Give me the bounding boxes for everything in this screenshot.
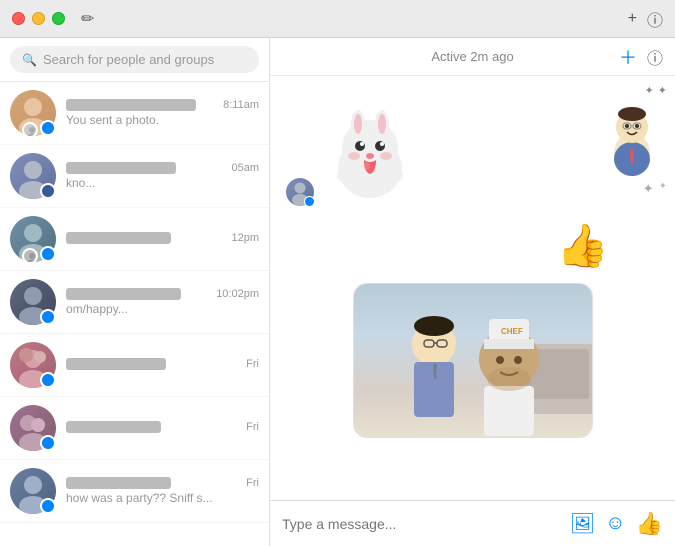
chat-header: Active 2m ago ＋ ⓘ <box>270 38 675 76</box>
list-item[interactable]: Fri how was a party?? Sniff s... <box>0 460 269 523</box>
conv-name-row: 8:11am <box>66 99 259 111</box>
sparkles-bottom: ✦ ✦ <box>643 181 667 197</box>
conv-preview: how was a party?? Sniff s... <box>66 491 259 505</box>
thumbs-up-icon: 👍 <box>557 222 609 271</box>
conv-name-row: 10:02pm <box>66 288 259 300</box>
conv-name <box>66 162 176 174</box>
title-bar-icons: + ⓘ <box>628 7 663 31</box>
character-sticker-area: ✦ ✦ <box>597 84 667 197</box>
sparkle-icon: ✦ <box>645 84 654 97</box>
fb-badge <box>40 183 56 199</box>
list-item[interactable]: Fri <box>0 397 269 460</box>
close-button[interactable] <box>12 12 25 25</box>
sender-avatar-wrap <box>286 178 314 206</box>
app-container: 🔍 Search for people and groups <box>0 38 675 546</box>
traffic-lights <box>12 12 65 25</box>
emoji-icon[interactable]: ☺ <box>605 512 625 535</box>
conv-info: 8:11am You sent a photo. <box>66 99 259 127</box>
photo-container: CHEF <box>353 283 593 438</box>
messenger-badge <box>40 246 56 262</box>
conv-time: 12pm <box>231 232 259 244</box>
messenger-badge <box>40 435 56 451</box>
conv-time: 05am <box>231 162 259 174</box>
svg-text:CHEF: CHEF <box>501 327 523 336</box>
sidebar-header: 🔍 Search for people and groups <box>0 38 269 82</box>
messenger-badge <box>40 498 56 514</box>
message-input[interactable] <box>282 516 560 532</box>
sparkle-icon: ✦ <box>658 84 667 97</box>
avatar-wrap <box>10 90 56 136</box>
list-item[interactable]: 8:11am You sent a photo. <box>0 82 269 145</box>
add-photo-icon[interactable]: 🖼 <box>570 511 595 536</box>
sparkles-decoration: ✦ ✦ <box>645 84 667 97</box>
conv-name-row: Fri <box>66 358 259 370</box>
avatar-wrap <box>10 342 56 388</box>
list-item[interactable]: Fri <box>0 334 269 397</box>
info-circle-icon[interactable]: ⓘ <box>647 45 663 69</box>
list-item[interactable]: 10:02pm om/happy... <box>0 271 269 334</box>
photo-message: CHEF <box>286 283 659 438</box>
add-icon[interactable]: + <box>628 10 637 28</box>
chat-status: Active 2m ago <box>431 49 513 64</box>
conv-info: 10:02pm om/happy... <box>66 288 259 316</box>
sparkle-icon: ✦ <box>643 181 654 197</box>
chat-area: Active 2m ago ＋ ⓘ ✦ ✦ <box>270 38 675 546</box>
sparkle-icon: ✦ <box>659 181 667 197</box>
avatar-wrap <box>10 405 56 451</box>
sidebar: 🔍 Search for people and groups <box>0 38 270 546</box>
search-placeholder: Search for people and groups <box>43 52 214 67</box>
list-item[interactable]: 12pm <box>0 208 269 271</box>
messenger-badge <box>40 120 56 136</box>
conv-info: Fri <box>66 421 259 435</box>
conv-name-row: 12pm <box>66 232 259 244</box>
conversation-list: 8:11am You sent a photo. 05am <box>0 82 269 546</box>
conv-name <box>66 358 166 370</box>
conv-preview: You sent a photo. <box>66 113 259 127</box>
conv-time: 10:02pm <box>216 288 259 300</box>
conv-time: Fri <box>246 477 259 489</box>
conv-time: 8:11am <box>223 99 259 111</box>
conv-time: Fri <box>246 421 259 433</box>
conv-preview: om/happy... <box>66 302 259 316</box>
conv-name <box>66 99 196 111</box>
avatar-wrap <box>10 153 56 199</box>
conv-time: Fri <box>246 358 259 370</box>
conv-info: 12pm <box>66 232 259 246</box>
bunny-sticker <box>320 106 420 206</box>
conv-name-row: Fri <box>66 421 259 433</box>
avatar-wrap <box>10 279 56 325</box>
add-contact-icon[interactable]: ＋ <box>619 44 637 70</box>
conv-preview: kno... <box>66 176 259 190</box>
chat-input-bar: 🖼 ☺ 👍 <box>270 500 675 546</box>
photo-svg: CHEF <box>354 284 593 438</box>
search-box[interactable]: 🔍 Search for people and groups <box>10 46 259 73</box>
avatar-wrap <box>10 216 56 262</box>
messenger-badge <box>40 372 56 388</box>
messenger-badge <box>304 196 315 207</box>
conv-name-row: 05am <box>66 162 259 174</box>
conv-name <box>66 477 171 489</box>
list-item[interactable]: 05am kno... <box>0 145 269 208</box>
thumbs-up-message: 👍 <box>286 222 659 271</box>
compose-icon[interactable]: ✏ <box>81 9 94 29</box>
chat-messages: ✦ ✦ <box>270 76 675 500</box>
title-bar: ✏ + ⓘ <box>0 0 675 38</box>
info-icon[interactable]: ⓘ <box>647 7 663 31</box>
conv-info: Fri <box>66 358 259 372</box>
maximize-button[interactable] <box>52 12 65 25</box>
conv-info: Fri how was a party?? Sniff s... <box>66 477 259 505</box>
minimize-button[interactable] <box>32 12 45 25</box>
search-icon: 🔍 <box>22 53 37 67</box>
conv-name <box>66 288 181 300</box>
like-send-icon[interactable]: 👍 <box>636 511 663 537</box>
input-icons: 🖼 ☺ 👍 <box>570 511 663 537</box>
conv-name <box>66 232 171 244</box>
chat-header-icons: ＋ ⓘ <box>619 44 663 70</box>
conv-name-row: Fri <box>66 477 259 489</box>
avatar-wrap <box>10 468 56 514</box>
conv-name <box>66 421 161 433</box>
conv-info: 05am kno... <box>66 162 259 190</box>
character-sticker <box>597 99 667 179</box>
messenger-badge <box>40 309 56 325</box>
